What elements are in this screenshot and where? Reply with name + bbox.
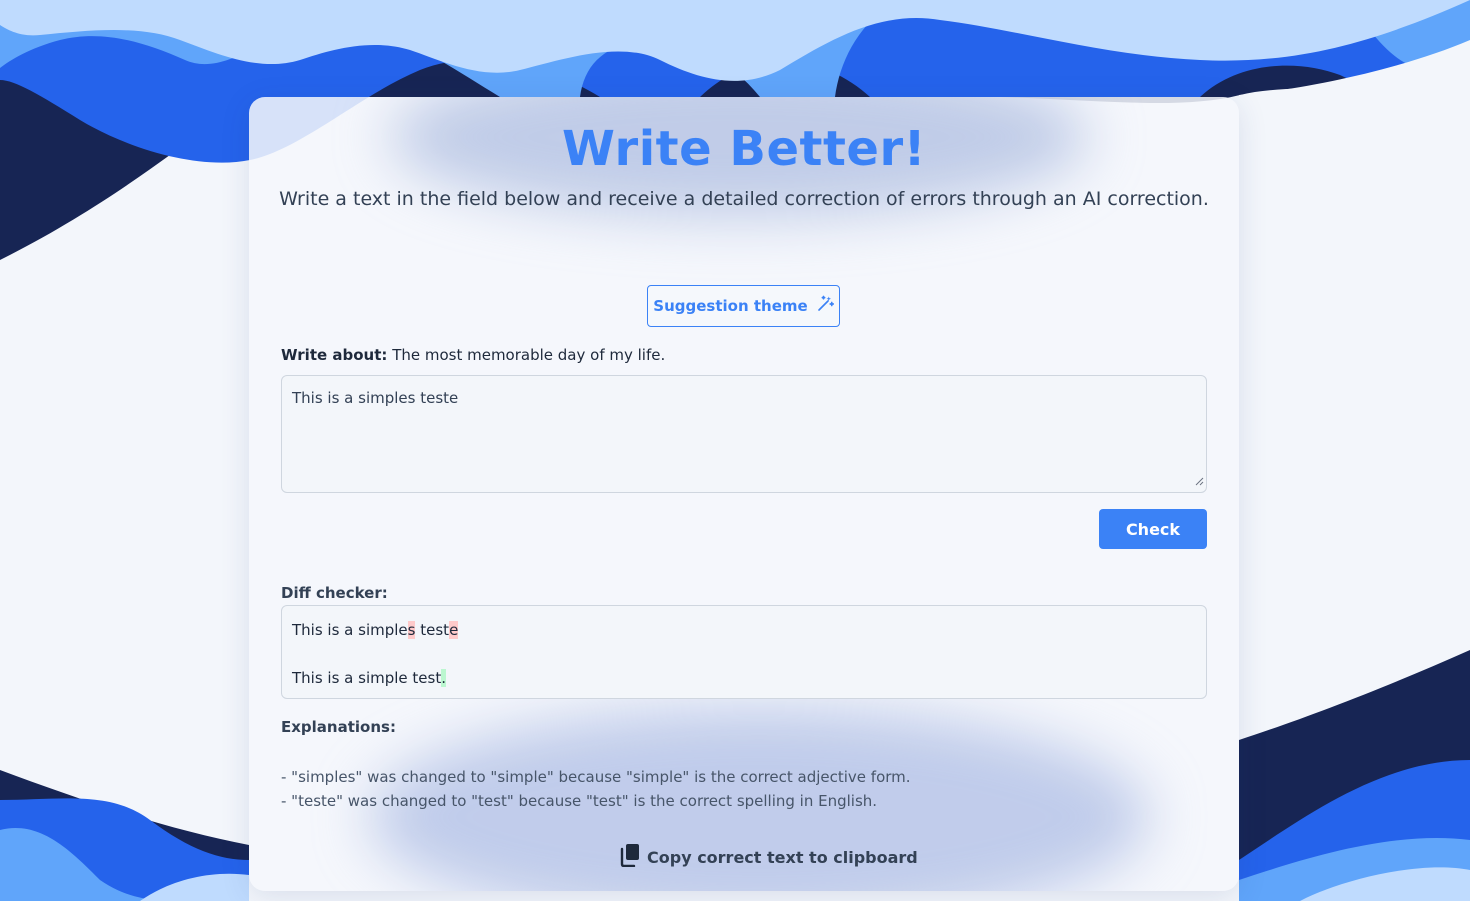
text-input-value: This is a simples teste [292, 389, 459, 407]
explanation-item: - "simples" was changed to "simple" beca… [281, 768, 911, 786]
corrected-same-segment: This is a simple test [292, 669, 442, 687]
page-subtitle: Write a text in the field below and rece… [279, 188, 1209, 210]
explanation-item: - "teste" was changed to "test" because … [281, 792, 878, 810]
suggestion-theme-button[interactable]: Suggestion theme [647, 285, 840, 327]
copy-to-clipboard-button[interactable]: Copy correct text to clipboard [619, 843, 918, 871]
magic-wand-icon [816, 295, 834, 317]
write-about-label: Write about: [281, 346, 388, 364]
diff-checker-label: Diff checker: [281, 584, 388, 602]
clipboard-copy-icon [619, 843, 641, 871]
check-button[interactable]: Check [1099, 509, 1207, 549]
diff-checker-box: This is a simples teste This is a simple… [281, 605, 1207, 699]
original-same-segment: This is a simple [292, 621, 408, 639]
explanations-list: - "simples" was changed to "simple" beca… [281, 765, 911, 813]
page-title: Write Better! [561, 121, 927, 177]
suggestion-theme-label: Suggestion theme [653, 297, 808, 315]
diff-corrected-line: This is a simple test. [292, 666, 1196, 690]
corrected-ins-segment: . [441, 669, 446, 687]
main-card: Write Better! Write a text in the field … [249, 97, 1239, 891]
explanations-label: Explanations: [281, 718, 396, 736]
write-about-topic: The most memorable day of my life. [392, 346, 666, 364]
resize-handle-icon[interactable] [1194, 472, 1204, 490]
copy-to-clipboard-label: Copy correct text to clipboard [647, 847, 918, 867]
diff-original-line: This is a simples teste [292, 618, 1196, 642]
original-del-segment: e [449, 621, 459, 639]
write-about-line: Write about: The most memorable day of m… [281, 346, 665, 364]
original-same-segment: test [415, 621, 450, 639]
text-input-area[interactable]: This is a simples teste [281, 375, 1207, 493]
